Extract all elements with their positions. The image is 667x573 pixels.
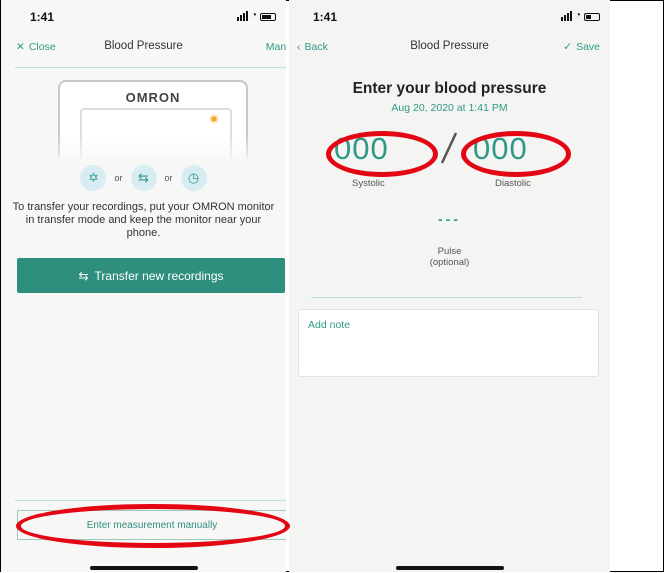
page-title: Blood Pressure: [410, 40, 489, 52]
systolic-input[interactable]: 000: [334, 131, 389, 167]
bluetooth-icon: ✡: [80, 165, 107, 191]
battery-icon: [260, 13, 276, 21]
divider: [311, 297, 582, 298]
status-bar: 1:41 ◔: [289, 10, 610, 26]
transfer-recordings-button[interactable]: ⇆ Transfer new recordings: [17, 258, 285, 293]
transfer-button-label: Transfer new recordings: [94, 268, 224, 283]
status-time: 1:41: [313, 10, 338, 24]
status-icons: ◔: [236, 10, 276, 21]
manage-button[interactable]: Mana: [266, 41, 286, 53]
signal-icon: [560, 11, 572, 21]
transfer-mode-icons: ✡ or ⇆ or ◷: [1, 165, 286, 191]
battery-icon: [584, 13, 600, 21]
pulse-label: Pulse (optional): [289, 246, 610, 268]
save-label: Save: [576, 41, 600, 53]
page-title: Blood Pressure: [104, 40, 183, 52]
illustration-fade: [41, 135, 266, 165]
signal-icon: [236, 11, 248, 21]
nav-bar: ✕ Close Blood Pressure Mana: [1, 38, 286, 58]
home-indicator: [395, 566, 504, 570]
wifi-icon: ◔: [574, 10, 581, 21]
systolic-label: Systolic: [352, 178, 385, 189]
measurement-datetime[interactable]: Aug 20, 2020 at 1:41 PM: [289, 102, 610, 114]
device-brand: OMRON: [125, 90, 181, 105]
transfer-light-icon: ✷: [208, 111, 220, 127]
pulse-optional-text: (optional): [429, 257, 470, 268]
diastolic-input[interactable]: 000: [473, 131, 528, 167]
save-button[interactable]: ✓ Save: [563, 41, 600, 53]
transfer-arrows-icon: ⇆: [78, 268, 89, 283]
transfer-arrows-icon: ⇆: [130, 165, 157, 191]
wifi-icon: ◔: [250, 10, 257, 21]
entry-heading: Enter your blood pressure: [352, 80, 547, 97]
divider: [15, 67, 286, 68]
status-time: 1:41: [30, 10, 55, 24]
manual-entry-screen: 1:41 ◔ ‹ Back Blood Pressure ✓ Save Ente…: [289, 0, 610, 572]
or-label: or: [114, 173, 123, 183]
nav-bar: ‹ Back Blood Pressure ✓ Save: [289, 38, 610, 58]
checkmark-icon: ✓: [563, 41, 573, 53]
transfer-screen: 1:41 ◔ ✕ Close Blood Pressure Mana OMRON…: [1, 0, 286, 572]
home-indicator: [89, 566, 198, 570]
or-label: or: [164, 173, 173, 183]
transfer-instructions: To transfer your recordings, put your OM…: [12, 201, 275, 239]
status-bar: 1:41 ◔: [1, 10, 286, 26]
note-placeholder: Add note: [308, 319, 351, 331]
slash-divider: [440, 132, 458, 164]
status-icons: ◔: [560, 10, 600, 21]
clock-icon: ◷: [180, 165, 207, 191]
pulse-input[interactable]: ---: [289, 211, 610, 227]
divider: [15, 500, 286, 501]
enter-manually-button[interactable]: Enter measurement manually: [17, 510, 286, 540]
diastolic-label: Diastolic: [495, 178, 531, 189]
pulse-label-text: Pulse: [437, 246, 462, 257]
note-field[interactable]: Add note: [298, 309, 599, 377]
